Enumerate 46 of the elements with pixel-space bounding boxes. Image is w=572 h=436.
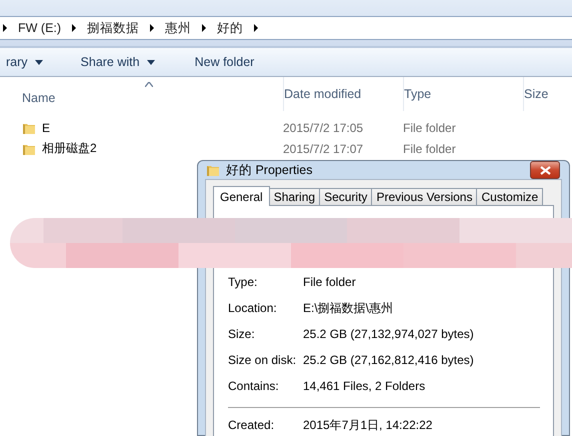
property-value: 25.2 GB (27,162,812,416 bytes) <box>303 353 475 367</box>
tab[interactable]: Sharing <box>268 188 320 205</box>
dialog-title: 好的 Properties <box>226 162 314 178</box>
close-button[interactable] <box>530 161 560 179</box>
toolbar-button[interactable]: New folder <box>184 50 264 74</box>
column-header[interactable]: Size <box>524 77 572 111</box>
breadcrumb[interactable]: 惠州 <box>165 20 192 36</box>
property-label: Type: <box>228 275 258 289</box>
breadcrumb[interactable]: 好的 <box>217 20 244 36</box>
column-header[interactable]: Name <box>22 77 283 111</box>
caret-down-icon <box>146 60 155 64</box>
tab[interactable]: Security <box>319 188 372 205</box>
property-value: 25.2 GB (27,132,974,027 bytes) <box>303 327 475 341</box>
tab[interactable]: Customize <box>476 188 544 205</box>
tab[interactable]: General <box>213 186 270 206</box>
menu-button[interactable]: rary <box>0 50 53 74</box>
column-header[interactable]: Date modified <box>284 77 403 111</box>
property-value: 2015年7月1日, 14:22:22 <box>303 416 434 434</box>
breadcrumb[interactable]: FW (E:) <box>18 21 62 35</box>
property-label: Created: <box>228 418 276 432</box>
chevron-right-icon[interactable] <box>149 24 156 32</box>
file-type: File folder <box>403 120 457 134</box>
column-header[interactable]: Type <box>404 77 523 111</box>
tab[interactable]: Previous Versions <box>371 188 478 205</box>
close-icon <box>540 166 550 174</box>
breadcrumb[interactable]: 捌福数据 <box>87 20 140 36</box>
date-modified: 2015/7/2 17:05 <box>283 120 364 134</box>
property-label: Size on disk: <box>228 353 298 367</box>
chevron-right-icon[interactable] <box>71 24 78 32</box>
file-name[interactable]: E <box>42 120 50 134</box>
property-label: Size: <box>228 327 256 341</box>
file-type: File folder <box>403 142 457 156</box>
file-name[interactable]: 相册磁盘2 <box>42 140 97 157</box>
property-value: E:\捌福数据\惠州 <box>303 300 394 316</box>
chevron-right-icon[interactable] <box>201 24 208 32</box>
address-bar[interactable]: FW (E:) 捌福数据 惠州 好的 <box>0 16 572 40</box>
folder-icon <box>206 163 220 177</box>
chevron-right-icon[interactable] <box>253 24 260 32</box>
date-modified: 2015/7/2 17:07 <box>283 142 364 156</box>
property-value: File folder <box>303 275 357 289</box>
menu-button[interactable]: Share with <box>70 50 165 74</box>
property-label: Location: <box>228 301 278 315</box>
chevron-right-icon[interactable] <box>2 24 8 32</box>
property-label: Contains: <box>228 379 280 393</box>
caret-down-icon <box>34 60 43 64</box>
property-value: 14,461 Files, 2 Folders <box>303 379 426 393</box>
